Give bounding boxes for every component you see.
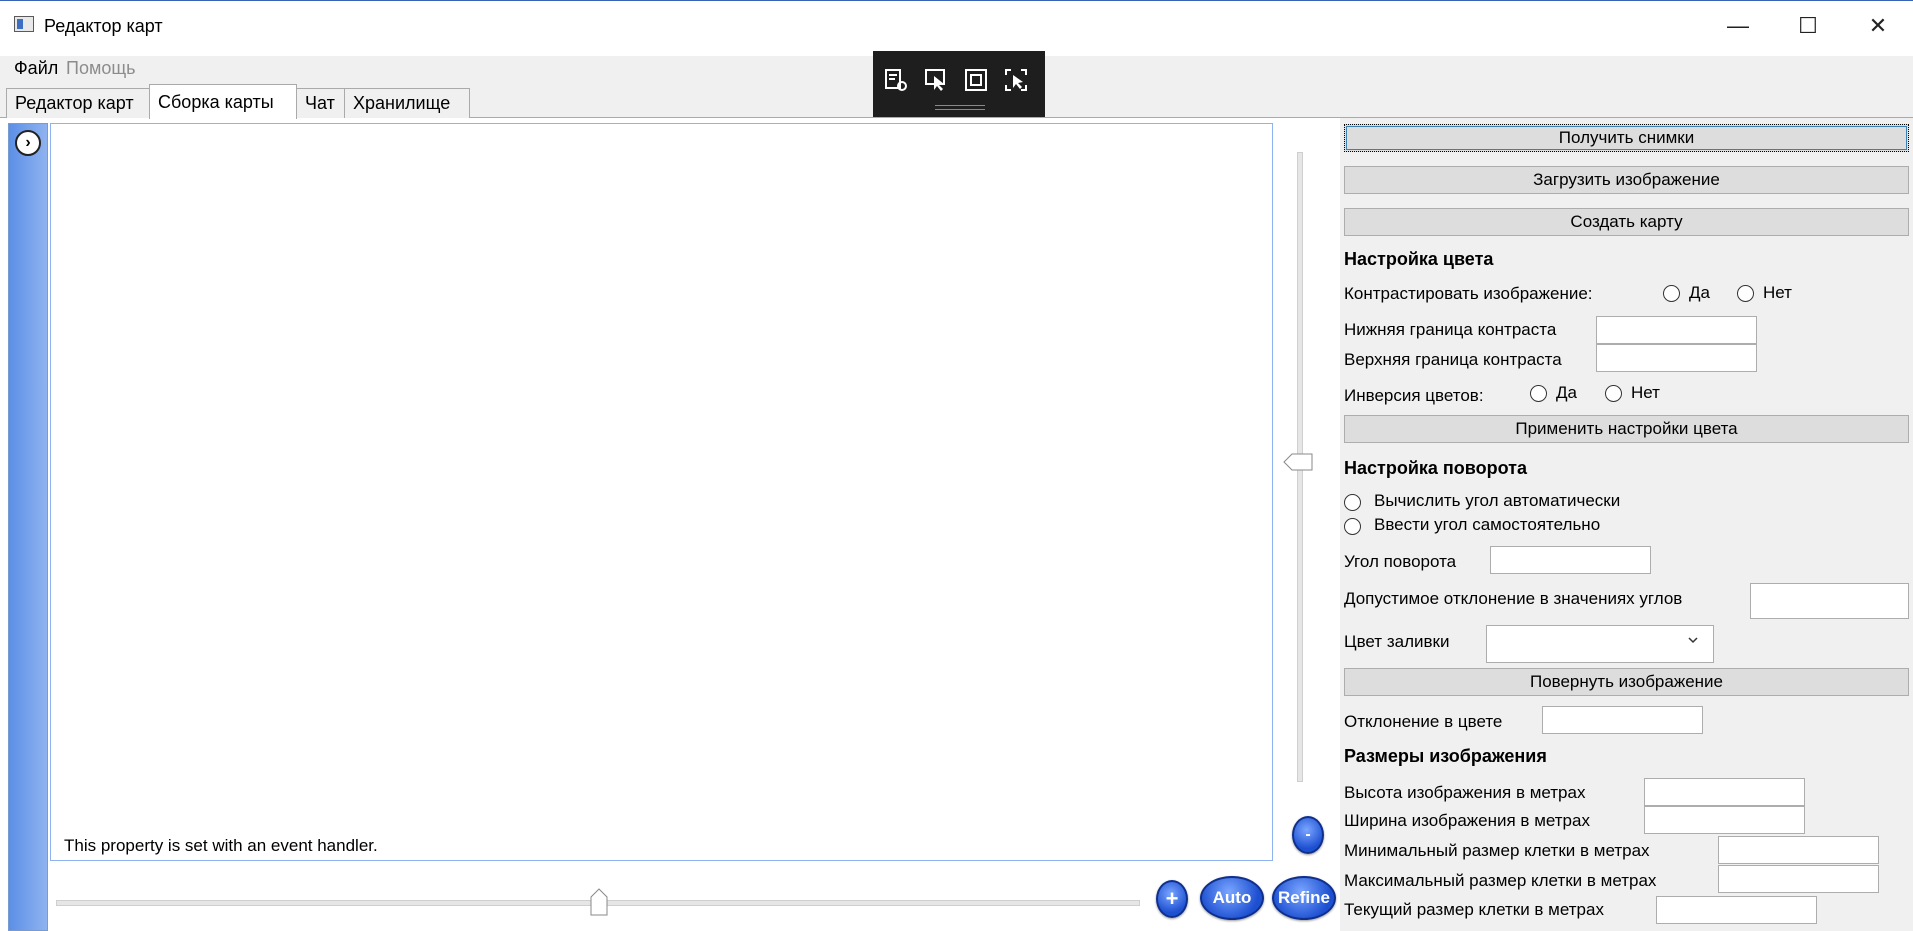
map-canvas[interactable] bbox=[50, 123, 1273, 861]
color-deviation-input[interactable] bbox=[1542, 706, 1703, 734]
layout-bounds-icon[interactable] bbox=[961, 65, 991, 95]
upper-contrast-input[interactable] bbox=[1596, 344, 1757, 372]
window-title: Редактор карт bbox=[44, 16, 163, 36]
image-width-input[interactable] bbox=[1644, 806, 1805, 834]
chevron-down-icon bbox=[1686, 633, 1700, 650]
auto-button[interactable]: Auto bbox=[1200, 876, 1264, 920]
contrast-no-radio[interactable] bbox=[1737, 285, 1754, 302]
tab-map-assembly[interactable]: Сборка карты bbox=[149, 84, 297, 119]
apply-color-button[interactable]: Применить настройки цвета bbox=[1344, 415, 1909, 443]
menu-file[interactable]: Файл bbox=[14, 58, 58, 79]
expander-strip[interactable] bbox=[8, 123, 48, 931]
inversion-yes-radio[interactable] bbox=[1530, 385, 1547, 402]
auto-angle-label: Вычислить угол автоматически bbox=[1374, 491, 1621, 510]
rotation-angle-label: Угол поворота bbox=[1344, 552, 1457, 571]
fill-color-select[interactable] bbox=[1486, 625, 1714, 663]
horizontal-slider-thumb[interactable] bbox=[590, 888, 608, 916]
maximize-button[interactable]: ☐ bbox=[1778, 6, 1838, 46]
rotate-image-button[interactable]: Повернуть изображение bbox=[1344, 668, 1909, 696]
close-button[interactable]: ✕ bbox=[1848, 6, 1908, 46]
contrast-yes-radio[interactable] bbox=[1663, 285, 1680, 302]
select-element-icon[interactable] bbox=[921, 65, 951, 95]
get-images-button[interactable]: Получить снимки bbox=[1344, 124, 1909, 152]
inspect-tree-icon[interactable] bbox=[881, 65, 911, 95]
zoom-in-button[interactable]: + bbox=[1156, 880, 1188, 918]
fill-color-label: Цвет заливки bbox=[1344, 632, 1450, 651]
debug-toolbar bbox=[873, 51, 1045, 117]
image-size-title: Размеры изображения bbox=[1344, 746, 1547, 766]
current-cell-size-label: Текущий размер клетки в метрах bbox=[1344, 900, 1604, 919]
load-image-button[interactable]: Загрузить изображение bbox=[1344, 166, 1909, 194]
zoom-out-button[interactable]: - bbox=[1292, 816, 1324, 854]
image-height-label: Высота изображения в метрах bbox=[1344, 783, 1586, 802]
rotation-angle-input[interactable] bbox=[1490, 546, 1651, 574]
angle-tolerance-input[interactable] bbox=[1750, 583, 1909, 619]
expand-chevron-icon[interactable]: › bbox=[15, 130, 41, 156]
contrast-yes-label: Да bbox=[1689, 283, 1710, 302]
title-bar bbox=[0, 0, 1913, 56]
toolbar-grip[interactable] bbox=[935, 105, 985, 110]
menu-help[interactable]: Помощь bbox=[66, 58, 136, 79]
lower-contrast-input[interactable] bbox=[1596, 316, 1757, 344]
minimize-button[interactable]: — bbox=[1708, 6, 1768, 46]
refine-button[interactable]: Refine bbox=[1272, 876, 1336, 920]
create-map-button[interactable]: Создать карту bbox=[1344, 208, 1909, 236]
max-cell-size-label: Максимальный размер клетки в метрах bbox=[1344, 871, 1657, 890]
lower-contrast-label: Нижняя граница контраста bbox=[1344, 320, 1557, 339]
tab-chat[interactable]: Чат bbox=[296, 88, 345, 118]
rotation-settings-title: Настройка поворота bbox=[1344, 458, 1527, 478]
min-cell-size-input[interactable] bbox=[1718, 836, 1879, 864]
image-width-label: Ширина изображения в метрах bbox=[1344, 811, 1590, 830]
inversion-yes-label: Да bbox=[1556, 383, 1577, 402]
manual-angle-label: Ввести угол самостоятельно bbox=[1374, 515, 1601, 534]
min-cell-size-label: Минимальный размер клетки в метрах bbox=[1344, 841, 1650, 860]
image-height-input[interactable] bbox=[1644, 778, 1805, 806]
contrast-no-label: Нет bbox=[1763, 283, 1792, 302]
vertical-zoom-slider-thumb[interactable] bbox=[1283, 453, 1313, 471]
status-text: This property is set with an event handl… bbox=[64, 836, 378, 855]
contrast-label: Контрастировать изображение: bbox=[1344, 284, 1593, 303]
color-inversion-label: Инверсия цветов: bbox=[1344, 386, 1484, 405]
color-deviation-label: Отклонение в цвете bbox=[1344, 712, 1503, 731]
track-focus-icon[interactable] bbox=[1001, 65, 1031, 95]
manual-angle-radio[interactable] bbox=[1344, 518, 1361, 535]
inversion-no-label: Нет bbox=[1631, 383, 1660, 402]
tab-storage[interactable]: Хранилище bbox=[344, 88, 470, 118]
app-icon bbox=[14, 16, 34, 32]
max-cell-size-input[interactable] bbox=[1718, 865, 1879, 893]
angle-tolerance-label: Допустимое отклонение в значениях углов bbox=[1344, 589, 1683, 608]
auto-angle-radio[interactable] bbox=[1344, 494, 1361, 511]
color-settings-title: Настройка цвета bbox=[1344, 249, 1494, 269]
current-cell-size-input[interactable] bbox=[1656, 896, 1817, 924]
inversion-no-radio[interactable] bbox=[1605, 385, 1622, 402]
tab-map-editor[interactable]: Редактор карт bbox=[6, 88, 150, 118]
upper-contrast-label: Верхняя граница контраста bbox=[1344, 350, 1562, 369]
